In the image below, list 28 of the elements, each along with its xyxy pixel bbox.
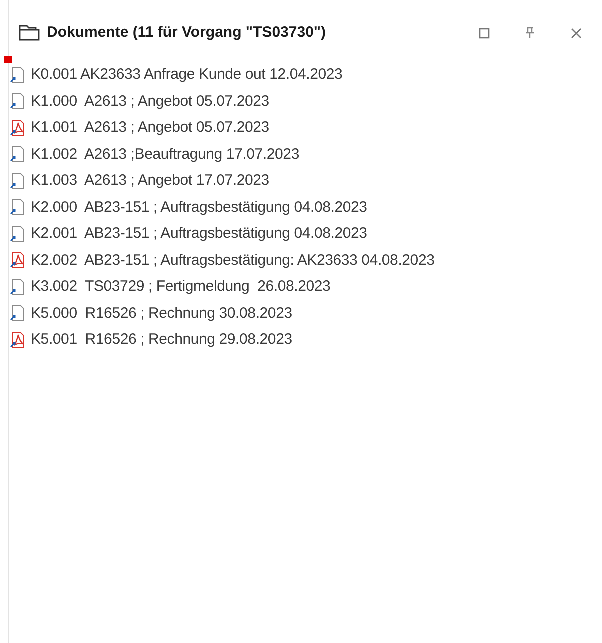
- file-icon: [10, 199, 26, 216]
- file-icon: [10, 66, 26, 84]
- document-item[interactable]: K0.001 AK23633 Anfrage Kunde out 12.04.2023: [10, 62, 602, 88]
- document-item[interactable]: K1.000 A2613 ; Angebot 05.07.2023: [10, 88, 602, 115]
- folder-icon: [19, 24, 41, 42]
- maximize-icon: [478, 28, 490, 38]
- file-icon: [10, 93, 26, 110]
- document-item[interactable]: K1.003 A2613 ; Angebot 17.07.2023: [10, 168, 602, 194]
- document-item[interactable]: K2.001 AB23-151 ; Auftragsbestätigung 04.08.2023: [10, 221, 602, 248]
- file-icon: [10, 278, 26, 296]
- file-icon: [10, 172, 26, 190]
- document-item[interactable]: K1.002 A2613 ;Beauftragung 17.07.2023: [10, 142, 602, 168]
- document-item[interactable]: K5.000 R16526 ; Rechnung 30.08.2023: [10, 300, 602, 327]
- pdf-file-icon: [10, 332, 26, 349]
- document-item[interactable]: K2.002 AB23-151 ; Auftragsbestätigung: AK23633 04.08.2023: [10, 248, 602, 274]
- pdf-file-icon: [10, 120, 26, 137]
- file-icon: [10, 226, 26, 243]
- file-icon: [10, 305, 26, 322]
- pin-icon: [525, 27, 535, 39]
- panel-title: Dokumente (11 für Vorgang "TS03730"): [47, 22, 326, 43]
- marker-icon: [4, 56, 12, 63]
- document-item[interactable]: K5.001 R16526 ; Rechnung 29.08.2023: [10, 327, 602, 354]
- file-icon: [10, 146, 26, 164]
- close-icon: [570, 28, 582, 38]
- document-item[interactable]: K1.001 A2613 ; Angebot 05.07.2023: [10, 115, 602, 142]
- document-item[interactable]: K3.002 TS03729 ; Fertigmeldung 26.08.2023: [10, 274, 602, 300]
- document-item[interactable]: K2.000 AB23-151 ; Auftragsbestätigung 04.08.2023: [10, 194, 602, 221]
- pdf-file-icon: [10, 252, 26, 270]
